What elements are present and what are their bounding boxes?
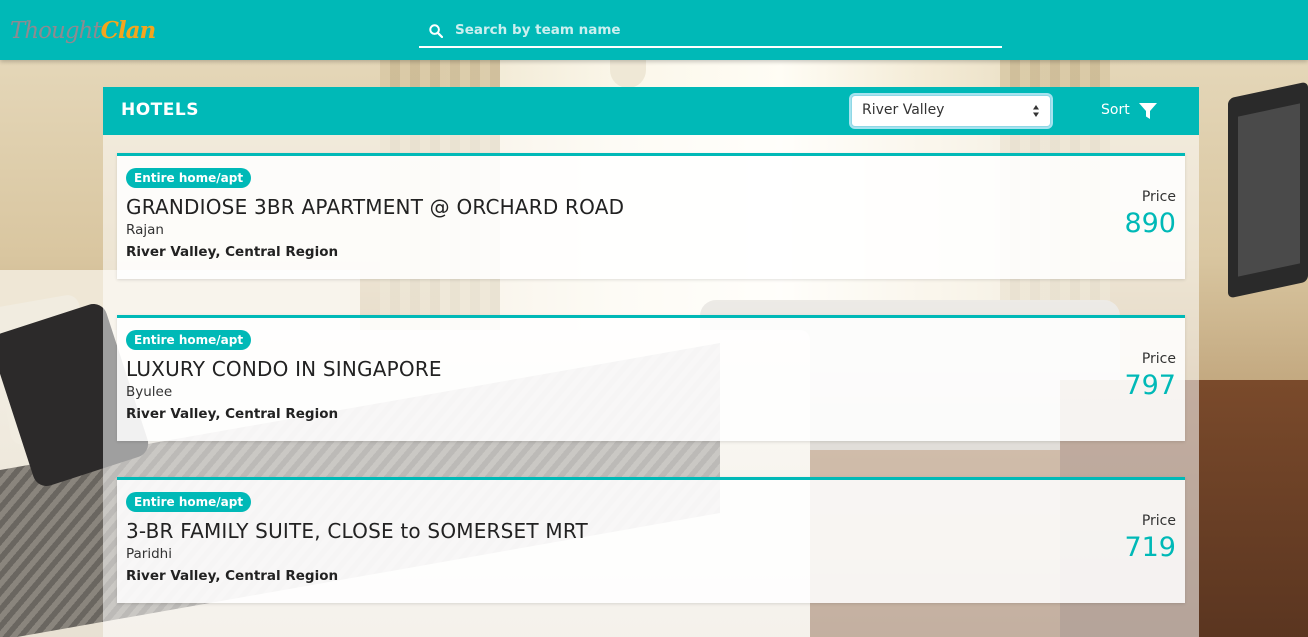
price-value: 797: [1124, 370, 1176, 401]
price-value: 719: [1124, 532, 1176, 563]
price-label: Price: [1141, 513, 1176, 529]
search-input[interactable]: [455, 16, 995, 44]
room-type-badge: Entire home/apt: [126, 168, 252, 188]
logo-text-clan: Clan: [100, 17, 157, 44]
hotel-host: Byulee: [126, 384, 173, 400]
hotel-card[interactable]: Entire home/apt LUXURY CONDO IN SINGAPOR…: [117, 315, 1185, 441]
hotel-name: 3-BR FAMILY SUITE, CLOSE to SOMERSET MRT: [126, 519, 588, 543]
top-bar: ThoughtClan: [0, 0, 1308, 60]
hotel-host: Rajan: [126, 222, 164, 238]
bg-tv-screen: [1238, 103, 1300, 277]
filter-icon: [1139, 103, 1157, 119]
sort-label: Sort: [1101, 102, 1130, 118]
select-arrows-icon: [1033, 105, 1039, 117]
logo-text-thought: Thought: [10, 18, 102, 44]
search-bar: [419, 14, 1002, 48]
hotel-location: River Valley, Central Region: [126, 244, 339, 260]
price-label: Price: [1141, 189, 1176, 205]
hotel-host: Paridhi: [126, 546, 172, 562]
hotel-name: GRANDIOSE 3BR APARTMENT @ ORCHARD ROAD: [126, 195, 625, 219]
search-icon: [429, 24, 443, 38]
price-label: Price: [1141, 351, 1176, 367]
hotels-panel: HOTELS River Valley Sort Entire home/apt…: [103, 87, 1199, 637]
hotels-panel-header: HOTELS River Valley Sort: [103, 87, 1199, 135]
hotel-location: River Valley, Central Region: [126, 406, 339, 422]
price-value: 890: [1124, 208, 1176, 239]
city-select[interactable]: River Valley: [851, 95, 1051, 127]
thoughtclan-logo[interactable]: ThoughtClan: [10, 14, 157, 48]
hotel-card[interactable]: Entire home/apt 3-BR FAMILY SUITE, CLOSE…: [117, 477, 1185, 603]
hotel-card[interactable]: Entire home/apt GRANDIOSE 3BR APARTMENT …: [117, 153, 1185, 279]
room-type-badge: Entire home/apt: [126, 492, 252, 512]
city-select-value: River Valley: [862, 102, 945, 118]
page-title: HOTELS: [121, 100, 199, 120]
hotel-location: River Valley, Central Region: [126, 568, 339, 584]
hotel-name: LUXURY CONDO IN SINGAPORE: [126, 357, 442, 381]
room-type-badge: Entire home/apt: [126, 330, 252, 350]
